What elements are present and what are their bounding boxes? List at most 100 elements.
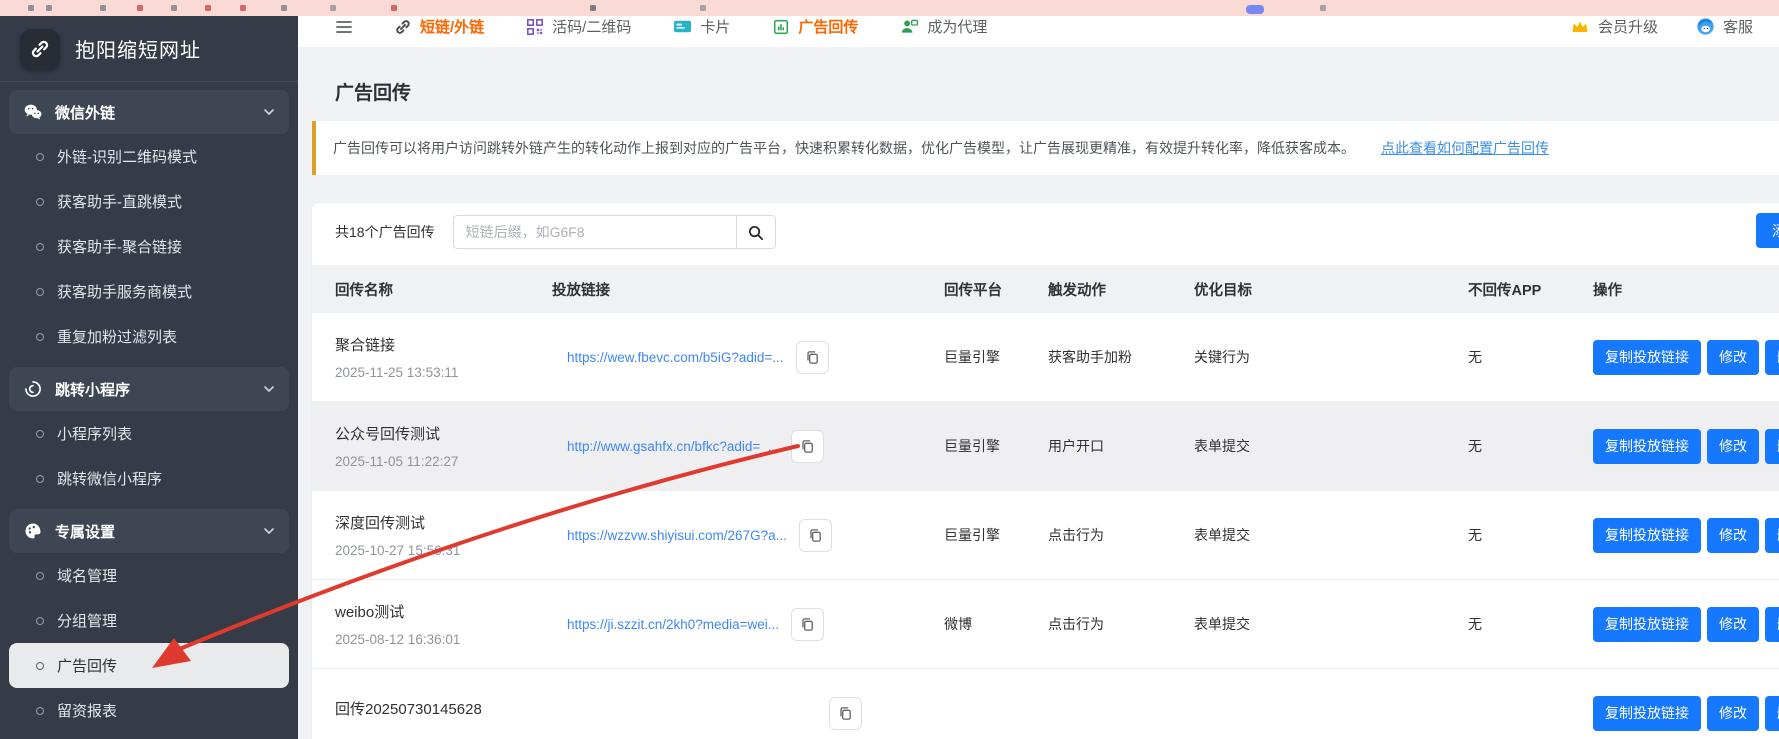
topnav-item-卡片[interactable]: 卡片 xyxy=(673,16,730,37)
sidebar-group-1[interactable]: 跳转小程序 xyxy=(9,367,289,411)
delete-button[interactable]: 删除 xyxy=(1765,518,1779,553)
goal-cell: 表单提交 xyxy=(1194,614,1468,634)
sidebar-item-广告回传[interactable]: 广告回传 xyxy=(9,643,289,688)
bookmark-icon xyxy=(700,5,706,11)
column-header-投放链接: 投放链接 xyxy=(552,279,944,300)
report-icon xyxy=(772,18,790,36)
sidebar-item-重复加粉过滤列表[interactable]: 重复加粉过滤列表 xyxy=(9,314,289,359)
tracking-link[interactable]: http://www.gsahfx.cn/bfkc?adid=_... xyxy=(567,439,779,454)
delete-button[interactable]: 删除 xyxy=(1765,607,1779,642)
copy-publish-link-button[interactable]: 复制投放链接 xyxy=(1593,340,1701,375)
card-icon xyxy=(673,17,692,36)
search-input[interactable] xyxy=(453,215,736,249)
copy-publish-link-button[interactable]: 复制投放链接 xyxy=(1593,607,1701,642)
table-row: 公众号回传测试2025-11-05 11:22:27http://www.gsa… xyxy=(312,402,1779,491)
sidebar-group-label: 跳转小程序 xyxy=(55,379,130,400)
toolbar: 共18个广告回传 xyxy=(335,215,1779,249)
sidebar-group-2[interactable]: 专属设置 xyxy=(9,509,289,553)
topnav-item-label: 卡片 xyxy=(700,16,730,37)
platform-cell: 微博 xyxy=(944,614,1048,634)
sidebar-item-外链-识别二维码模式[interactable]: 外链-识别二维码模式 xyxy=(9,134,289,179)
bookmark-icon xyxy=(391,5,397,11)
edit-button[interactable]: 修改 xyxy=(1707,429,1759,464)
sidebar-item-获客助手-直跳模式[interactable]: 获客助手-直跳模式 xyxy=(9,179,289,224)
chevron-down-icon xyxy=(263,525,275,537)
sidebar-item-label: 小程序列表 xyxy=(57,423,132,444)
link-icon xyxy=(394,18,412,36)
delete-button[interactable]: 删除 xyxy=(1765,429,1779,464)
topnav-item-短链/外链[interactable]: 短链/外链 xyxy=(394,16,484,37)
sidebar-item-label: 分组管理 xyxy=(57,610,117,631)
chevron-down-icon xyxy=(263,106,275,118)
sidebar-item-label: 获客助手-聚合链接 xyxy=(57,236,182,257)
tracking-link[interactable]: https://wew.fbevc.com/b5iG?adid=... xyxy=(567,350,784,365)
topnav-item-label: 短链/外链 xyxy=(420,16,484,37)
bullet-circle-icon xyxy=(36,662,44,670)
sidebar-item-域名管理[interactable]: 域名管理 xyxy=(9,553,289,598)
sidebar-item-label: 跳转微信小程序 xyxy=(57,468,162,489)
edit-button[interactable]: 修改 xyxy=(1707,518,1759,553)
bookmark-icon xyxy=(46,5,52,11)
add-callback-button[interactable]: 添加 xyxy=(1756,213,1779,248)
topnav-item-label: 广告回传 xyxy=(798,16,858,37)
topnav-item-活码/二维码[interactable]: 活码/二维码 xyxy=(526,16,631,37)
copy-link-button[interactable] xyxy=(791,430,824,463)
topnav-item-label: 客服 xyxy=(1723,16,1753,37)
copy-publish-link-button[interactable]: 复制投放链接 xyxy=(1593,696,1701,731)
sidebar-item-label: 域名管理 xyxy=(57,565,117,586)
copy-link-button[interactable] xyxy=(829,697,862,730)
table-row: weibo测试2025-08-12 16:36:01https://ji.szz… xyxy=(312,580,1779,669)
table-body: 聚合链接2025-11-25 13:53:11https://wew.fbevc… xyxy=(312,313,1779,739)
sidebar-item-小程序列表[interactable]: 小程序列表 xyxy=(9,411,289,456)
trigger-cell: 获客助手加粉 xyxy=(1048,347,1194,367)
bookmark-icon xyxy=(100,5,106,11)
sidebar-group-label: 微信外链 xyxy=(55,102,115,123)
search-button[interactable] xyxy=(736,215,776,249)
qrcode-icon xyxy=(526,18,544,36)
platform-cell: 巨量引擎 xyxy=(944,436,1048,456)
hamburger-menu-icon[interactable] xyxy=(334,17,354,37)
table-row: 聚合链接2025-11-25 13:53:11https://wew.fbevc… xyxy=(312,313,1779,402)
content-area: 广告回传 广告回传可以将用户访问跳转外链产生的转化动作上报到对应的广告平台，快速… xyxy=(298,47,1779,739)
sidebar-item-获客助手-聚合链接[interactable]: 获客助手-聚合链接 xyxy=(9,224,289,269)
sidebar-item-label: 获客助手服务商模式 xyxy=(57,281,192,302)
copy-icon xyxy=(800,617,815,632)
column-header-回传名称: 回传名称 xyxy=(312,279,552,300)
noapp-cell: 无 xyxy=(1468,436,1593,456)
copy-publish-link-button[interactable]: 复制投放链接 xyxy=(1593,518,1701,553)
page-title: 广告回传 xyxy=(335,78,1779,105)
sidebar-item-留资报表[interactable]: 留资报表 xyxy=(9,688,289,733)
notice-config-link[interactable]: 点此查看如何配置广告回传 xyxy=(1381,138,1549,158)
tracking-link[interactable]: https://ji.szzit.cn/2kh0?media=wei... xyxy=(567,617,779,632)
notice-text: 广告回传可以将用户访问跳转外链产生的转化动作上报到对应的广告平台，快速积累转化数… xyxy=(333,138,1355,158)
copy-publish-link-button[interactable]: 复制投放链接 xyxy=(1593,429,1701,464)
copy-icon xyxy=(800,439,815,454)
created-time: 2025-08-12 16:36:01 xyxy=(335,632,552,647)
sidebar-item-获客助手服务商模式[interactable]: 获客助手服务商模式 xyxy=(9,269,289,314)
topnav-item-label: 会员升级 xyxy=(1598,16,1658,37)
delete-button[interactable]: 删除 xyxy=(1765,696,1779,731)
copy-link-button[interactable] xyxy=(791,608,824,641)
edit-button[interactable]: 修改 xyxy=(1707,607,1759,642)
delete-button[interactable]: 删除 xyxy=(1765,340,1779,375)
sidebar-item-跳转微信小程序[interactable]: 跳转微信小程序 xyxy=(9,456,289,501)
copy-link-button[interactable] xyxy=(799,519,832,552)
trigger-cell: 点击行为 xyxy=(1048,614,1194,634)
topnav-item-会员升级[interactable]: 会员升级 xyxy=(1570,16,1658,37)
callback-name: 聚合链接 xyxy=(335,334,552,355)
edit-button[interactable]: 修改 xyxy=(1707,696,1759,731)
sidebar-group-0[interactable]: 微信外链 xyxy=(9,90,289,134)
callback-name: 回传20250730145628 xyxy=(335,698,552,719)
copy-link-button[interactable] xyxy=(796,341,829,374)
sidebar-item-分组管理[interactable]: 分组管理 xyxy=(9,598,289,643)
sidebar-item-label: 获客助手-直跳模式 xyxy=(57,191,182,212)
topnav-item-成为代理[interactable]: 成为代理 xyxy=(900,16,987,37)
column-header-触发动作: 触发动作 xyxy=(1048,279,1194,300)
edit-button[interactable]: 修改 xyxy=(1707,340,1759,375)
topnav-item-客服[interactable]: 客服 xyxy=(1696,16,1753,37)
notice-banner: 广告回传可以将用户访问跳转外链产生的转化动作上报到对应的广告平台，快速积累转化数… xyxy=(312,121,1779,175)
sidebar-group-label: 专属设置 xyxy=(55,521,115,542)
trigger-cell: 用户开口 xyxy=(1048,436,1194,456)
topnav-item-广告回传[interactable]: 广告回传 xyxy=(772,16,858,37)
tracking-link[interactable]: https://wzzvw.shiyisui.com/267G?a... xyxy=(567,528,787,543)
